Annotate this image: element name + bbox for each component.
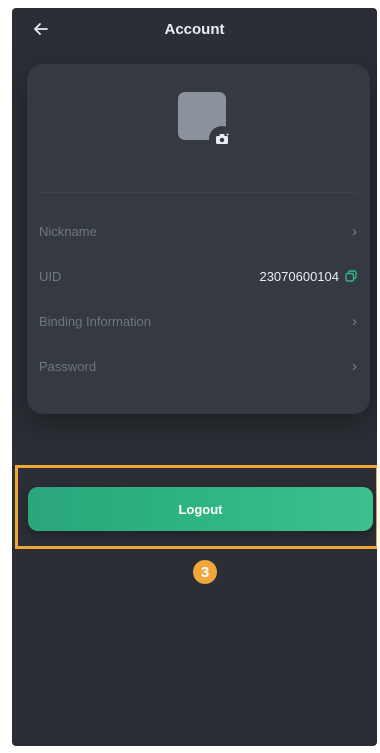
uid-value: 23070600104 (259, 268, 339, 284)
uid-value-wrap: 23070600104 (259, 269, 357, 284)
chevron-right-icon: › (352, 222, 357, 240)
chevron-right-icon: › (352, 357, 357, 375)
copy-icon[interactable] (345, 270, 357, 282)
divider (39, 192, 357, 193)
camera-button[interactable] (209, 126, 235, 152)
row-uid: UID 23070600104 (39, 264, 357, 288)
logout-button[interactable]: Logout (28, 487, 373, 531)
uid-label: UID (39, 268, 62, 284)
step-number: 3 (200, 563, 210, 581)
password-label: Password (39, 358, 97, 374)
chevron-right-icon: › (352, 312, 357, 330)
binding-information-label: Binding Information (39, 313, 152, 329)
back-button[interactable] (30, 18, 52, 40)
row-password[interactable]: Password › (39, 354, 357, 378)
arrow-left-icon (34, 23, 48, 35)
nickname-label: Nickname (39, 223, 97, 239)
header: Account (12, 8, 377, 50)
step-number-badge: 3 (193, 560, 217, 584)
page-title: Account (164, 20, 225, 38)
camera-icon (216, 133, 229, 144)
row-nickname[interactable]: Nickname › (39, 219, 357, 243)
row-binding-information[interactable]: Binding Information › (39, 309, 357, 333)
phone-screen: Account Nickname › UID 23070600104 Bindi… (12, 8, 377, 746)
logout-label: Logout (178, 501, 223, 517)
